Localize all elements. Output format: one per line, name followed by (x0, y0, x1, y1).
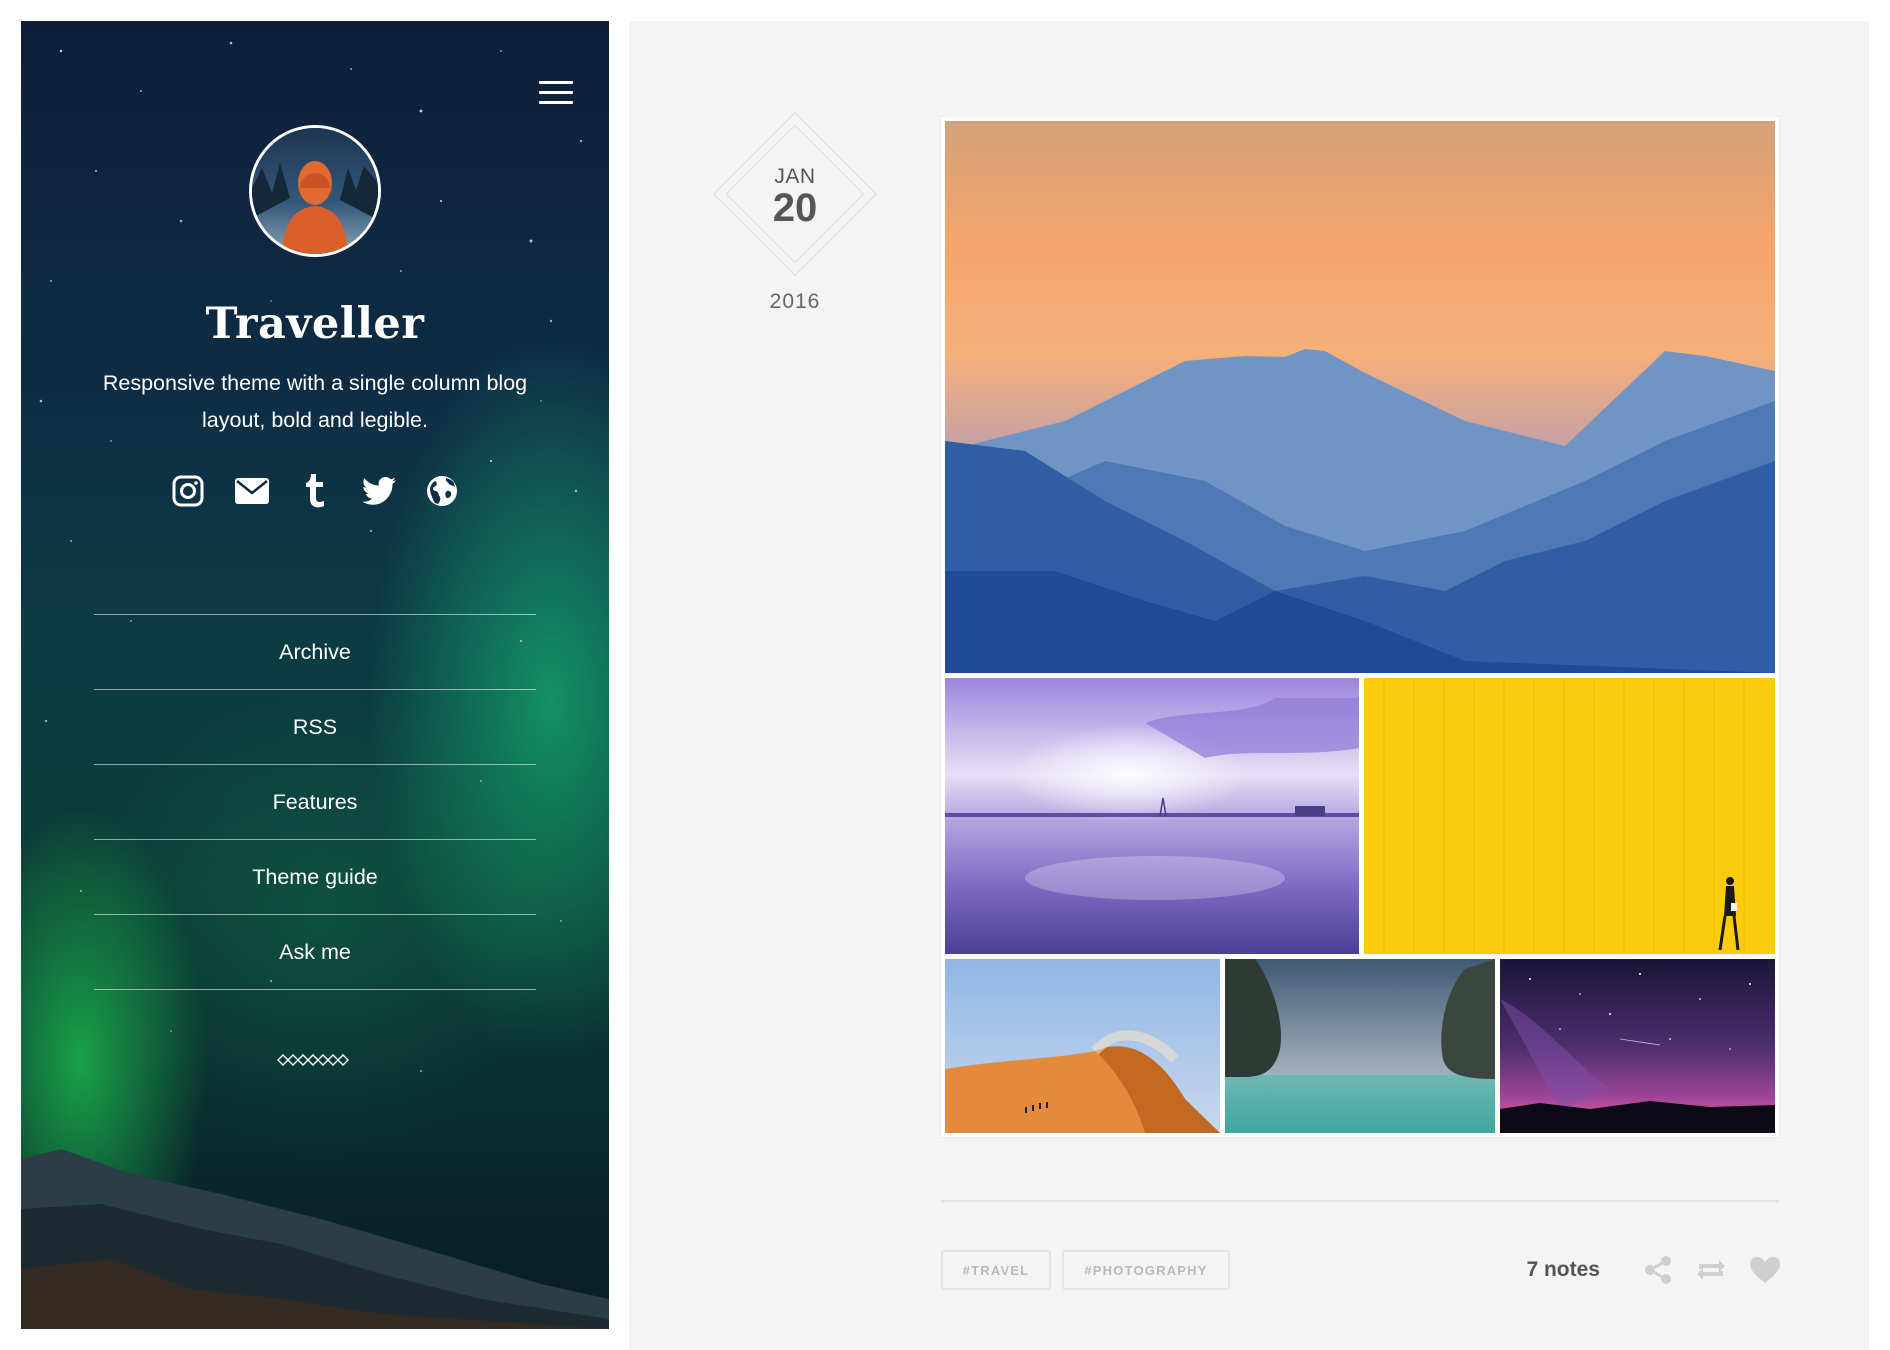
nav-item-ask-me[interactable]: Ask me (94, 915, 536, 990)
twitter-icon[interactable] (360, 472, 398, 510)
diamond-chain-icon (21, 1053, 609, 1072)
like-icon[interactable] (1748, 1253, 1782, 1287)
share-icon[interactable] (1641, 1253, 1675, 1287)
yellow-wall-photo[interactable] (1364, 678, 1775, 954)
desert-dune-photo[interactable] (945, 959, 1220, 1133)
reblog-icon[interactable] (1694, 1253, 1728, 1287)
avatar[interactable] (249, 125, 381, 257)
purple-lake-photo[interactable] (945, 678, 1359, 954)
date-day: 20 (772, 186, 818, 230)
blog-title: Traveller (205, 299, 425, 349)
photoset (941, 117, 1779, 1137)
menu-icon[interactable] (539, 81, 573, 107)
sidebar: Traveller Responsive theme with a single… (21, 21, 609, 1329)
social-links (169, 471, 461, 511)
nav-item-theme-guide[interactable]: Theme guide (94, 840, 536, 915)
avatar-image (252, 128, 378, 254)
nav-item-archive[interactable]: Archive (94, 615, 536, 690)
tumblr-icon[interactable] (296, 472, 334, 510)
nav-item-features[interactable]: Features (94, 765, 536, 840)
mountain-sunset-photo[interactable] (945, 121, 1775, 673)
tag-travel[interactable]: #TRAVEL (941, 1250, 1051, 1290)
mountain-silhouette (21, 1149, 609, 1329)
sea-cliffs-photo[interactable] (1225, 959, 1495, 1133)
nav-item-rss[interactable]: RSS (94, 690, 536, 765)
mail-icon[interactable] (233, 472, 271, 510)
globe-icon[interactable] (423, 472, 461, 510)
sidebar-nav: Archive RSS Features Theme guide Ask me (94, 614, 536, 990)
tag-photography[interactable]: #PHOTOGRAPHY (1062, 1250, 1230, 1290)
date-year: 2016 (769, 290, 821, 313)
blog-description: Responsive theme with a single column bl… (102, 371, 528, 432)
notes-count[interactable]: 7 notes (1460, 1254, 1600, 1286)
post-divider (941, 1200, 1779, 1202)
starry-sky-photo[interactable] (1500, 959, 1775, 1133)
instagram-icon[interactable] (169, 472, 207, 510)
